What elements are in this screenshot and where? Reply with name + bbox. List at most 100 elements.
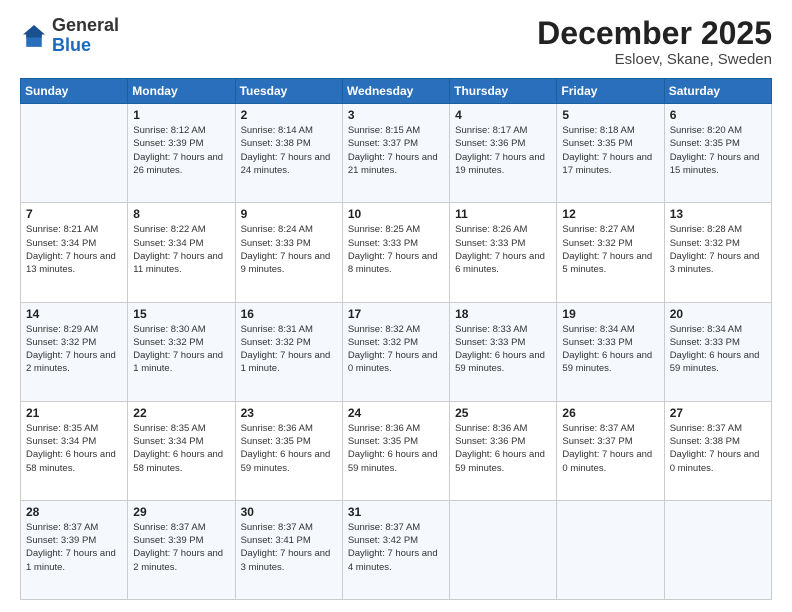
day-info: Sunrise: 8:33 AM Sunset: 3:33 PM Dayligh… <box>455 323 551 376</box>
header-tuesday: Tuesday <box>235 79 342 104</box>
logo: General Blue <box>20 16 119 56</box>
day-number: 7 <box>26 207 122 221</box>
day-info: Sunrise: 8:27 AM Sunset: 3:32 PM Dayligh… <box>562 223 658 276</box>
day-number: 9 <box>241 207 337 221</box>
day-info: Sunrise: 8:22 AM Sunset: 3:34 PM Dayligh… <box>133 223 229 276</box>
day-number: 19 <box>562 307 658 321</box>
day-info: Sunrise: 8:37 AM Sunset: 3:41 PM Dayligh… <box>241 521 337 574</box>
header-wednesday: Wednesday <box>342 79 449 104</box>
logo-icon <box>20 22 48 50</box>
header: General Blue December 2025 Esloev, Skane… <box>20 16 772 68</box>
day-info: Sunrise: 8:37 AM Sunset: 3:39 PM Dayligh… <box>133 521 229 574</box>
day-info: Sunrise: 8:24 AM Sunset: 3:33 PM Dayligh… <box>241 223 337 276</box>
page: General Blue December 2025 Esloev, Skane… <box>0 0 792 612</box>
title-block: December 2025 Esloev, Skane, Sweden <box>537 16 772 68</box>
day-number: 28 <box>26 505 122 519</box>
day-number: 21 <box>26 406 122 420</box>
day-number: 30 <box>241 505 337 519</box>
day-info: Sunrise: 8:36 AM Sunset: 3:35 PM Dayligh… <box>348 422 444 475</box>
day-info: Sunrise: 8:26 AM Sunset: 3:33 PM Dayligh… <box>455 223 551 276</box>
calendar-cell: 21 Sunrise: 8:35 AM Sunset: 3:34 PM Dayli… <box>21 401 128 500</box>
day-number: 6 <box>670 108 766 122</box>
day-number: 11 <box>455 207 551 221</box>
calendar-cell: 12 Sunrise: 8:27 AM Sunset: 3:32 PM Dayli… <box>557 203 664 302</box>
day-info: Sunrise: 8:17 AM Sunset: 3:36 PM Dayligh… <box>455 124 551 177</box>
day-number: 8 <box>133 207 229 221</box>
calendar-cell: 11 Sunrise: 8:26 AM Sunset: 3:33 PM Dayli… <box>450 203 557 302</box>
calendar-cell: 25 Sunrise: 8:36 AM Sunset: 3:36 PM Dayli… <box>450 401 557 500</box>
week-row-1: 7 Sunrise: 8:21 AM Sunset: 3:34 PM Daylig… <box>21 203 772 302</box>
day-number: 29 <box>133 505 229 519</box>
day-info: Sunrise: 8:37 AM Sunset: 3:37 PM Dayligh… <box>562 422 658 475</box>
day-number: 14 <box>26 307 122 321</box>
calendar-cell: 3 Sunrise: 8:15 AM Sunset: 3:37 PM Daylig… <box>342 104 449 203</box>
calendar-cell <box>450 500 557 599</box>
week-row-0: 1 Sunrise: 8:12 AM Sunset: 3:39 PM Daylig… <box>21 104 772 203</box>
day-info: Sunrise: 8:36 AM Sunset: 3:36 PM Dayligh… <box>455 422 551 475</box>
day-info: Sunrise: 8:25 AM Sunset: 3:33 PM Dayligh… <box>348 223 444 276</box>
day-number: 1 <box>133 108 229 122</box>
day-number: 25 <box>455 406 551 420</box>
day-info: Sunrise: 8:15 AM Sunset: 3:37 PM Dayligh… <box>348 124 444 177</box>
calendar-cell: 16Sunrise: 8:31 AM Sunset: 3:32 PM Dayli… <box>235 302 342 401</box>
calendar-cell: 20Sunrise: 8:34 AM Sunset: 3:33 PM Dayli… <box>664 302 771 401</box>
calendar-cell: 29 Sunrise: 8:37 AM Sunset: 3:39 PM Dayli… <box>128 500 235 599</box>
calendar-cell <box>557 500 664 599</box>
day-info: Sunrise: 8:12 AM Sunset: 3:39 PM Dayligh… <box>133 124 229 177</box>
weekday-header-row: Sunday Monday Tuesday Wednesday Thursday… <box>21 79 772 104</box>
calendar-cell: 28 Sunrise: 8:37 AM Sunset: 3:39 PM Dayli… <box>21 500 128 599</box>
logo-blue-text: Blue <box>52 35 91 55</box>
day-info: Sunrise: 8:30 AM Sunset: 3:32 PM Dayligh… <box>133 323 229 376</box>
day-info: Sunrise: 8:29 AM Sunset: 3:32 PM Dayligh… <box>26 323 122 376</box>
calendar-cell: 9 Sunrise: 8:24 AM Sunset: 3:33 PM Daylig… <box>235 203 342 302</box>
week-row-3: 21 Sunrise: 8:35 AM Sunset: 3:34 PM Dayli… <box>21 401 772 500</box>
calendar-cell: 31Sunrise: 8:37 AM Sunset: 3:42 PM Dayli… <box>342 500 449 599</box>
day-info: Sunrise: 8:36 AM Sunset: 3:35 PM Dayligh… <box>241 422 337 475</box>
calendar-cell: 26Sunrise: 8:37 AM Sunset: 3:37 PM Dayli… <box>557 401 664 500</box>
calendar-cell: 17 Sunrise: 8:32 AM Sunset: 3:32 PM Dayli… <box>342 302 449 401</box>
location: Esloev, Skane, Sweden <box>537 51 772 68</box>
day-info: Sunrise: 8:21 AM Sunset: 3:34 PM Dayligh… <box>26 223 122 276</box>
day-info: Sunrise: 8:18 AM Sunset: 3:35 PM Dayligh… <box>562 124 658 177</box>
day-number: 17 <box>348 307 444 321</box>
day-number: 13 <box>670 207 766 221</box>
day-number: 16 <box>241 307 337 321</box>
calendar-cell: 27 Sunrise: 8:37 AM Sunset: 3:38 PM Dayli… <box>664 401 771 500</box>
calendar-cell: 19 Sunrise: 8:34 AM Sunset: 3:33 PM Dayli… <box>557 302 664 401</box>
calendar-cell: 2Sunrise: 8:14 AM Sunset: 3:38 PM Daylig… <box>235 104 342 203</box>
day-number: 5 <box>562 108 658 122</box>
day-info: Sunrise: 8:28 AM Sunset: 3:32 PM Dayligh… <box>670 223 766 276</box>
day-info: Sunrise: 8:34 AM Sunset: 3:33 PM Dayligh… <box>562 323 658 376</box>
day-number: 18 <box>455 307 551 321</box>
calendar-cell: 6 Sunrise: 8:20 AM Sunset: 3:35 PM Daylig… <box>664 104 771 203</box>
day-number: 23 <box>241 406 337 420</box>
week-row-4: 28 Sunrise: 8:37 AM Sunset: 3:39 PM Dayli… <box>21 500 772 599</box>
day-info: Sunrise: 8:32 AM Sunset: 3:32 PM Dayligh… <box>348 323 444 376</box>
calendar-cell: 7 Sunrise: 8:21 AM Sunset: 3:34 PM Daylig… <box>21 203 128 302</box>
calendar-cell: 14 Sunrise: 8:29 AM Sunset: 3:32 PM Dayli… <box>21 302 128 401</box>
logo-text: General Blue <box>52 16 119 56</box>
calendar-cell: 23 Sunrise: 8:36 AM Sunset: 3:35 PM Dayli… <box>235 401 342 500</box>
day-number: 12 <box>562 207 658 221</box>
day-number: 15 <box>133 307 229 321</box>
day-info: Sunrise: 8:20 AM Sunset: 3:35 PM Dayligh… <box>670 124 766 177</box>
calendar-cell: 22Sunrise: 8:35 AM Sunset: 3:34 PM Dayli… <box>128 401 235 500</box>
header-sunday: Sunday <box>21 79 128 104</box>
day-info: Sunrise: 8:37 AM Sunset: 3:38 PM Dayligh… <box>670 422 766 475</box>
calendar-cell: 8 Sunrise: 8:22 AM Sunset: 3:34 PM Daylig… <box>128 203 235 302</box>
calendar-cell: 13 Sunrise: 8:28 AM Sunset: 3:32 PM Dayli… <box>664 203 771 302</box>
header-monday: Monday <box>128 79 235 104</box>
day-number: 3 <box>348 108 444 122</box>
day-number: 24 <box>348 406 444 420</box>
logo-general-text: General <box>52 15 119 35</box>
calendar-cell: 18 Sunrise: 8:33 AM Sunset: 3:33 PM Dayli… <box>450 302 557 401</box>
calendar-cell: 1 Sunrise: 8:12 AM Sunset: 3:39 PM Daylig… <box>128 104 235 203</box>
day-info: Sunrise: 8:35 AM Sunset: 3:34 PM Dayligh… <box>26 422 122 475</box>
calendar-cell: 30 Sunrise: 8:37 AM Sunset: 3:41 PM Dayli… <box>235 500 342 599</box>
day-number: 31 <box>348 505 444 519</box>
day-number: 4 <box>455 108 551 122</box>
day-number: 27 <box>670 406 766 420</box>
day-number: 2 <box>241 108 337 122</box>
day-info: Sunrise: 8:37 AM Sunset: 3:39 PM Dayligh… <box>26 521 122 574</box>
calendar-cell: 4 Sunrise: 8:17 AM Sunset: 3:36 PM Daylig… <box>450 104 557 203</box>
